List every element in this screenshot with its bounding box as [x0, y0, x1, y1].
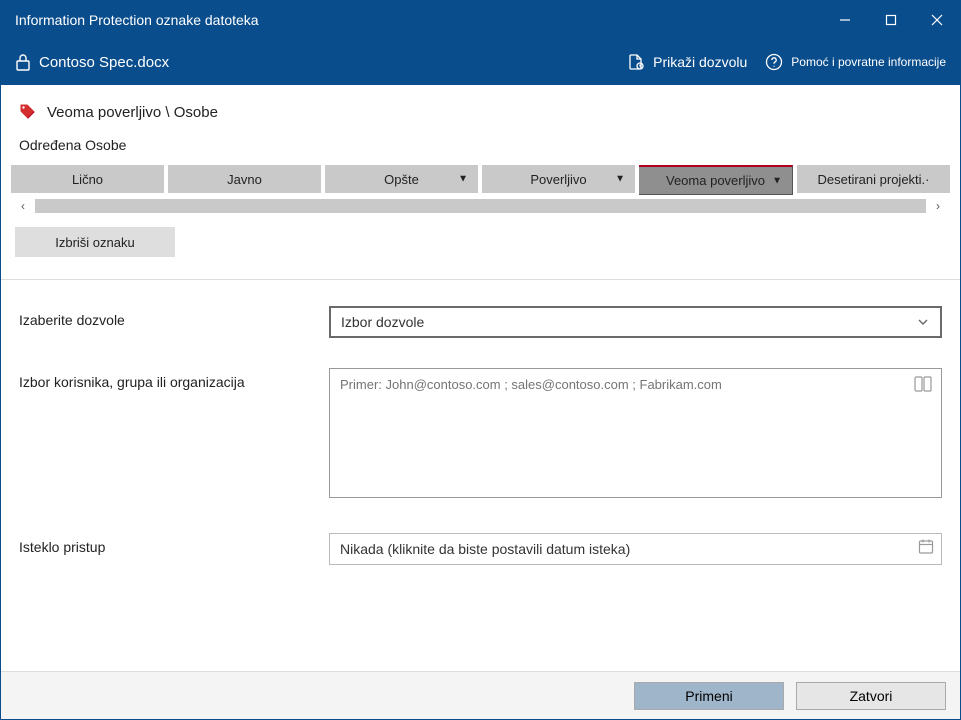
permission-icon — [627, 53, 645, 71]
footer-bar: Primeni Zatvori — [1, 671, 960, 719]
expire-field-wrap: Nikada (kliknite da biste postavili datu… — [329, 533, 942, 565]
breadcrumb: Veoma poverljivo \ Osobe — [1, 99, 960, 135]
close-window-button[interactable] — [914, 1, 960, 39]
permissions-form: Izaberite dozvole Izbor dozvole Izbor ko… — [1, 280, 960, 575]
permissions-combo[interactable]: Izbor dozvole — [329, 306, 942, 338]
title-bar: Information Protection oznake datoteka — [1, 1, 960, 39]
users-label: Izbor korisnika, grupa ili organizacija — [19, 368, 319, 390]
tab-label: Desetirani projekti.· — [818, 172, 930, 187]
ribbon-bar: Contoso Spec.docx Prikaži dozvolu Pomoć … — [1, 39, 960, 85]
tab-label: Poverljivo — [530, 172, 586, 187]
body-area: Veoma poverljivo \ Osobe Određena Osobe … — [1, 85, 960, 719]
app-window: Information Protection oznake datoteka C… — [0, 0, 961, 720]
document-name: Contoso Spec.docx — [39, 54, 169, 71]
tab-veoma-poverljivo[interactable]: Veoma poverljivo ▼ — [639, 165, 793, 195]
close-button[interactable]: Zatvori — [796, 682, 946, 710]
document-info: Contoso Spec.docx — [15, 53, 609, 71]
scroll-track[interactable] — [35, 199, 926, 213]
tab-label: Lično — [72, 172, 103, 187]
chevron-down-icon: ▼ — [458, 174, 468, 185]
window-title: Information Protection oznake datoteka — [15, 12, 822, 28]
tab-javno[interactable]: Javno — [168, 165, 321, 193]
lock-icon — [15, 53, 31, 71]
help-button[interactable]: Pomoć i povratne informacije — [765, 53, 946, 71]
chevron-down-icon — [916, 315, 930, 329]
scroll-right-button[interactable]: › — [926, 199, 950, 213]
expire-label: Isteklo pristup — [19, 533, 319, 555]
classification-tabs: Lično Javno Opšte ▼ Poverljivo ▼ Veoma p… — [11, 165, 950, 195]
tab-label: Javno — [227, 172, 262, 187]
help-label: Pomoć i povratne informacije — [791, 55, 946, 69]
address-book-icon — [914, 376, 932, 392]
minimize-button[interactable] — [822, 1, 868, 39]
tab-scroller: ‹ › — [11, 199, 950, 213]
tab-poverljivo[interactable]: Poverljivo ▼ — [482, 165, 635, 193]
spacer — [1, 575, 960, 671]
tab-label: Opšte — [384, 172, 419, 187]
scroll-left-button[interactable]: ‹ — [11, 199, 35, 213]
permissions-label: Izaberite dozvole — [19, 306, 319, 328]
show-permission-button[interactable]: Prikaži dozvolu — [627, 53, 747, 71]
help-icon — [765, 53, 783, 71]
expire-value: Nikada (kliknite da biste postavili datu… — [340, 541, 630, 557]
calendar-icon — [918, 539, 934, 555]
tab-desetirani-projekti[interactable]: Desetirani projekti.· — [797, 165, 950, 193]
tab-licno[interactable]: Lično — [11, 165, 164, 193]
chevron-down-icon: ▼ — [615, 174, 625, 185]
maximize-icon — [885, 14, 897, 26]
expire-input[interactable]: Nikada (kliknite da biste postavili datu… — [329, 533, 942, 565]
chevron-down-icon: ▼ — [772, 175, 782, 186]
close-icon — [931, 14, 943, 26]
delete-label-button[interactable]: Izbriši oznaku — [15, 227, 175, 257]
users-field-wrap — [329, 368, 942, 503]
tab-label: Veoma poverljivo — [666, 173, 765, 188]
tab-opste[interactable]: Opšte ▼ — [325, 165, 478, 193]
address-book-button[interactable] — [914, 376, 932, 397]
permissions-value: Izbor dozvole — [341, 314, 424, 330]
apply-button[interactable]: Primeni — [634, 682, 784, 710]
breadcrumb-text: Veoma poverljivo \ Osobe — [47, 104, 218, 121]
calendar-button[interactable] — [918, 539, 934, 560]
show-permission-label: Prikaži dozvolu — [653, 54, 747, 70]
section-title: Određena Osobe — [1, 135, 960, 165]
minimize-icon — [839, 14, 851, 26]
tag-icon — [19, 103, 37, 121]
users-input[interactable] — [329, 368, 942, 498]
maximize-button[interactable] — [868, 1, 914, 39]
